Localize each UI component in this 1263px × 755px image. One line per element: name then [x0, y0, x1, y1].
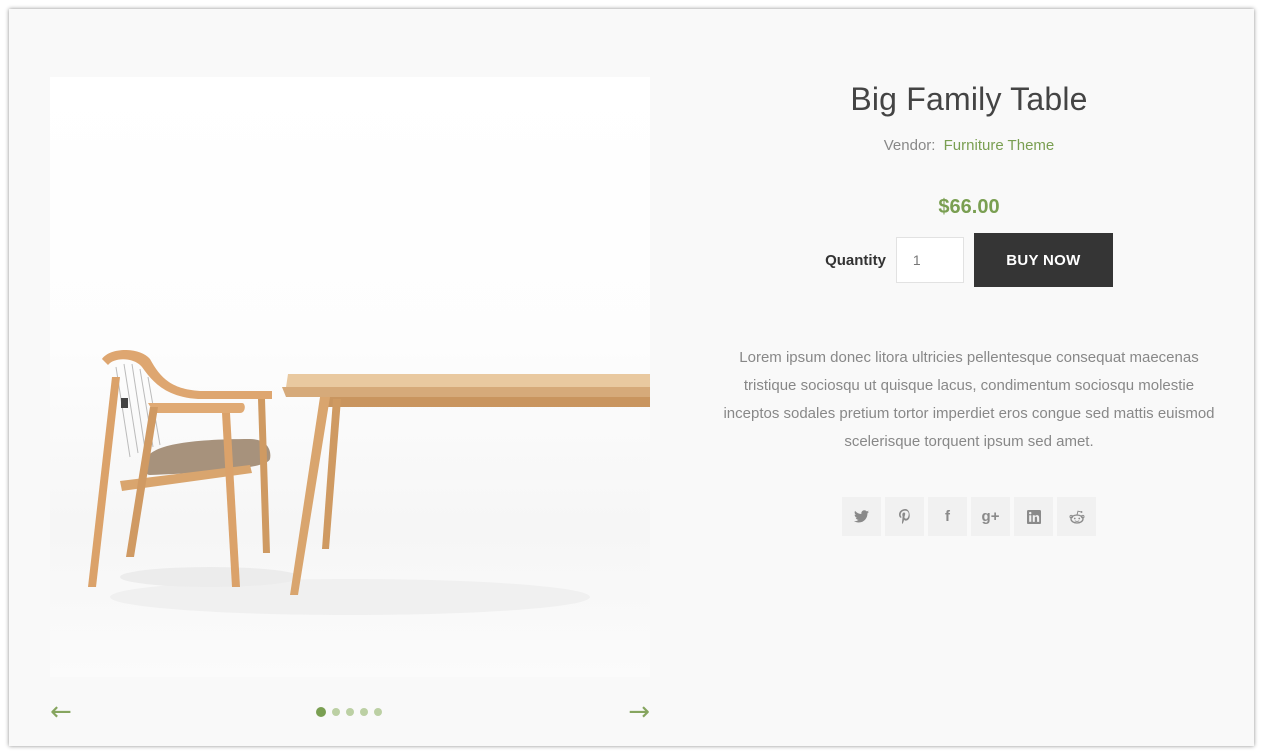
vendor-link[interactable]: Furniture Theme: [944, 137, 1055, 154]
product-price: $66.00: [938, 196, 1000, 218]
reddit-icon: [1068, 510, 1085, 524]
share-google-plus-button[interactable]: g+: [971, 497, 1010, 536]
slider-dot-2[interactable]: [332, 708, 340, 716]
slider-dot-1[interactable]: [316, 707, 326, 717]
buy-now-button[interactable]: BUY NOW: [973, 233, 1113, 287]
product-info: Big Family Table Vendor: Furniture Theme…: [709, 77, 1229, 536]
slider-dot-5[interactable]: [374, 708, 382, 716]
google-plus-icon: g+: [981, 508, 1000, 525]
product-image[interactable]: [50, 77, 650, 677]
share-reddit-button[interactable]: [1057, 497, 1096, 536]
share-buttons: f g+: [709, 497, 1229, 536]
product-photo: [88, 350, 650, 615]
share-linkedin-button[interactable]: [1014, 497, 1053, 536]
vendor-label: Vendor:: [883, 137, 936, 154]
slider-dot-3[interactable]: [346, 708, 354, 716]
pinterest-icon: [898, 509, 910, 524]
linkedin-icon: [1026, 509, 1041, 524]
product-page: ← → Big Family Table Vendor: Furniture T…: [9, 9, 1254, 746]
share-pinterest-button[interactable]: [885, 497, 924, 536]
vendor-line: Vendor: Furniture Theme: [709, 137, 1229, 154]
next-arrow-icon[interactable]: →: [628, 699, 650, 725]
share-facebook-button[interactable]: f: [928, 497, 967, 536]
slider-dot-4[interactable]: [360, 708, 368, 716]
slider-dots: [316, 707, 382, 717]
purchase-row: Quantity BUY NOW: [709, 233, 1229, 287]
twitter-icon: [854, 510, 869, 523]
product-title: Big Family Table: [850, 81, 1088, 117]
previous-arrow-icon[interactable]: ←: [50, 699, 72, 725]
quantity-input[interactable]: [895, 237, 964, 283]
product-description: Lorem ipsum donec litora ultricies pelle…: [723, 349, 1215, 450]
facebook-icon: f: [945, 508, 950, 525]
share-twitter-button[interactable]: [842, 497, 881, 536]
quantity-label: Quantity: [825, 251, 886, 269]
slider-navigation: ← →: [50, 699, 650, 725]
